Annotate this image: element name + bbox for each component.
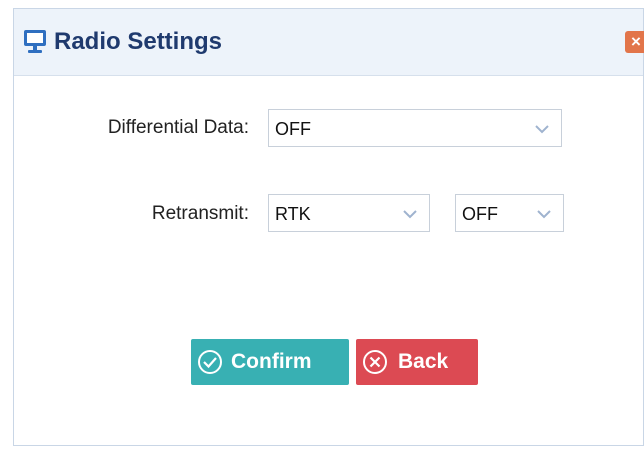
dialog-title: Radio Settings: [54, 28, 223, 55]
retransmit-mode-value: RTK: [275, 204, 311, 224]
differential-data-value: OFF: [275, 119, 311, 139]
radio-settings-dialog: Radio Settings × Differential Data: OFF …: [13, 8, 644, 446]
retransmit-state-select[interactable]: OFF: [455, 194, 564, 232]
close-icon[interactable]: ×: [625, 31, 644, 53]
monitor-icon: [22, 27, 50, 55]
check-circle-icon: [197, 349, 223, 375]
retransmit-mode-select[interactable]: RTK: [268, 194, 430, 232]
x-circle-icon: [362, 349, 388, 375]
chevron-down-icon: [535, 205, 553, 223]
chevron-down-icon: [533, 120, 551, 138]
retransmit-state-value: OFF: [462, 204, 498, 224]
differential-data-label: Differential Data:: [107, 117, 249, 138]
chevron-down-icon: [401, 205, 419, 223]
back-button[interactable]: Back: [356, 339, 478, 385]
confirm-button-label: Confirm: [231, 350, 312, 373]
differential-data-select[interactable]: OFF: [268, 109, 562, 147]
back-button-label: Back: [398, 350, 449, 373]
confirm-button[interactable]: Confirm: [191, 339, 349, 385]
dialog-titlebar: Radio Settings ×: [14, 9, 644, 76]
retransmit-label: Retransmit:: [151, 203, 249, 224]
